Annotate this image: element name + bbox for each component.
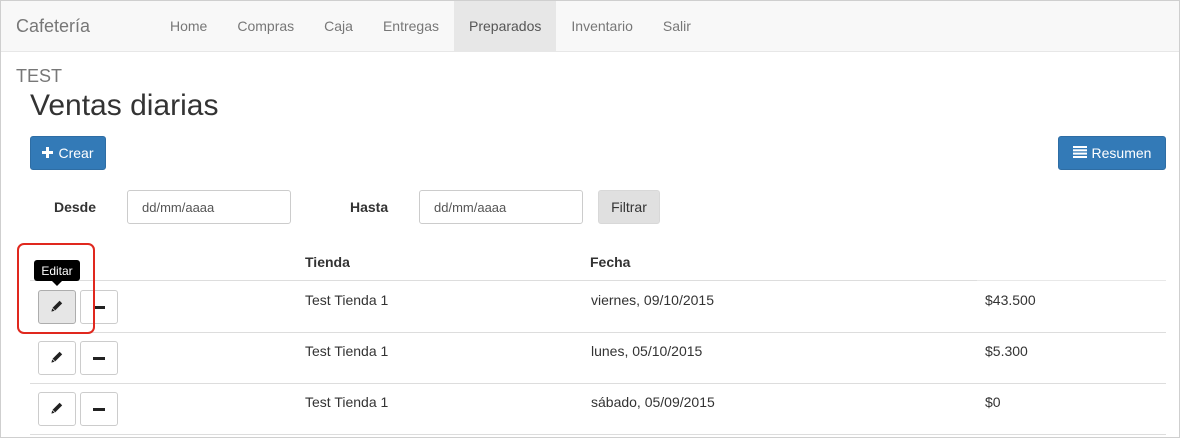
cell-tienda: Test Tienda 1 <box>305 343 389 359</box>
resumen-label: Resumen <box>1091 145 1152 161</box>
pencil-icon <box>51 401 63 417</box>
cell-fecha: viernes, 09/10/2015 <box>591 292 714 308</box>
plus-icon <box>42 145 54 161</box>
pencil-icon <box>51 299 63 315</box>
delete-button[interactable] <box>80 290 118 324</box>
nav-salir[interactable]: Salir <box>648 1 706 51</box>
nav-inventario[interactable]: Inventario <box>556 1 647 51</box>
nav-menu: Home Compras Caja Entregas Preparados In… <box>155 1 706 51</box>
navbar: Cafetería TEST Home Compras Caja Entrega… <box>1 1 1179 86</box>
cell-monto: $43.500 <box>985 292 1036 308</box>
pencil-icon <box>51 350 63 366</box>
cell-tienda: Test Tienda 1 <box>305 292 389 308</box>
nav-preparados[interactable]: Preparados <box>454 1 557 51</box>
crear-button[interactable]: Crear <box>30 136 106 170</box>
row-divider <box>30 332 1166 333</box>
nav-entregas[interactable]: Entregas <box>368 1 454 51</box>
filtrar-button[interactable]: Filtrar <box>598 190 660 224</box>
header-tienda: Tienda <box>305 254 350 270</box>
edit-button[interactable] <box>38 290 76 324</box>
nav-compras[interactable]: Compras <box>222 1 309 51</box>
header-fecha: Fecha <box>590 254 631 270</box>
table-header-divider <box>977 280 1166 281</box>
crear-label: Crear <box>58 145 94 161</box>
cell-fecha: sábado, 05/09/2015 <box>591 394 715 410</box>
minus-icon <box>93 305 105 309</box>
page-title: Ventas diarias <box>30 89 219 122</box>
hasta-label: Hasta <box>350 199 389 215</box>
brand-link[interactable]: Cafetería TEST <box>1 1 155 86</box>
cell-monto: $0 <box>985 394 1001 410</box>
table-header-divider <box>30 280 977 281</box>
row-divider <box>30 434 1166 435</box>
nav-caja[interactable]: Caja <box>309 1 368 51</box>
hasta-date-input[interactable] <box>419 190 583 224</box>
delete-button[interactable] <box>80 341 118 375</box>
edit-tooltip: Editar <box>34 260 80 286</box>
cell-monto: $5.300 <box>985 343 1028 359</box>
row-divider <box>30 383 1166 384</box>
list-icon <box>1072 145 1087 161</box>
desde-date-input[interactable] <box>127 190 291 224</box>
resumen-button[interactable]: Resumen <box>1058 136 1166 170</box>
cell-tienda: Test Tienda 1 <box>305 394 389 410</box>
minus-icon <box>93 356 105 360</box>
app-window: Cafetería TEST Home Compras Caja Entrega… <box>0 0 1180 438</box>
delete-button[interactable] <box>80 392 118 426</box>
nav-home[interactable]: Home <box>155 1 222 51</box>
desde-label: Desde <box>54 199 97 215</box>
edit-button[interactable] <box>38 392 76 426</box>
cell-fecha: lunes, 05/10/2015 <box>591 343 703 359</box>
edit-button[interactable] <box>38 341 76 375</box>
minus-icon <box>93 407 105 411</box>
